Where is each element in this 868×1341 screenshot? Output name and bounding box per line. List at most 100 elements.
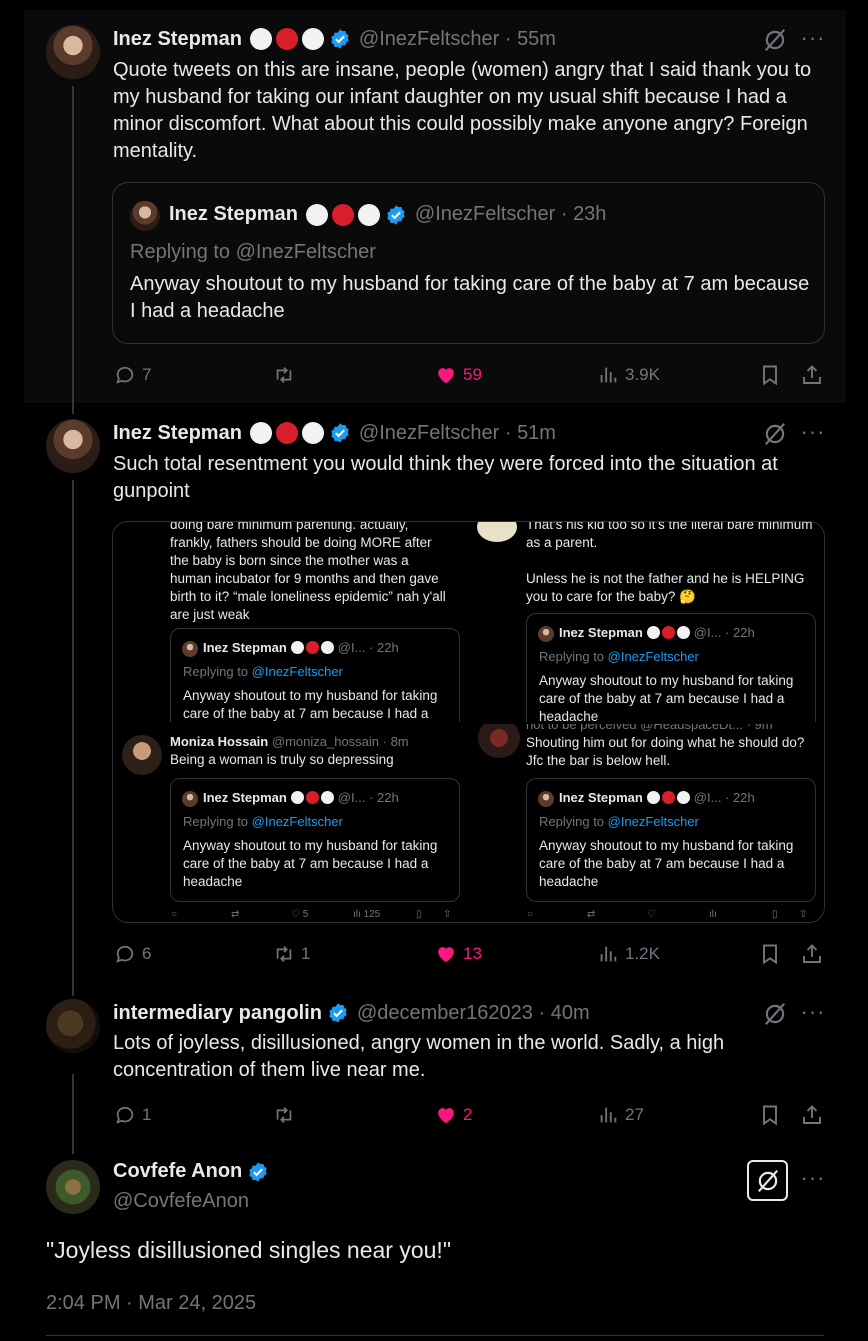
author-handle[interactable]: @december162023 bbox=[357, 1002, 533, 1024]
screenshot-text: Being a woman is truly so depressing bbox=[170, 752, 394, 767]
avatar[interactable] bbox=[46, 999, 100, 1053]
avatar bbox=[538, 791, 554, 807]
like-button[interactable]: 13 bbox=[435, 939, 482, 969]
tweet-timestamp[interactable]: 2:04 PM · Mar 24, 2025 bbox=[46, 1292, 256, 1315]
tweet-time[interactable]: 55m bbox=[517, 28, 556, 50]
avatar bbox=[122, 735, 162, 775]
quote-name: Inez Stepman bbox=[203, 640, 287, 655]
red-circle-emoji bbox=[305, 641, 319, 654]
tweet-actions: 7 59 3.9K bbox=[112, 360, 826, 390]
quoted-text: Anyway shoutout to my husband for taking… bbox=[130, 273, 810, 322]
tweet-time: 23h bbox=[573, 203, 607, 225]
more-icon[interactable]: ··· bbox=[800, 421, 826, 448]
like-count: 13 bbox=[463, 944, 482, 963]
like-icon bbox=[438, 368, 454, 384]
white-circle-emoji bbox=[305, 203, 328, 226]
views-icon bbox=[600, 946, 617, 962]
author-handle: @moniza_hossain · 8m bbox=[271, 734, 409, 749]
more-icon[interactable]: ··· bbox=[800, 27, 826, 54]
bookmark-icon[interactable] bbox=[758, 360, 782, 390]
avatar[interactable] bbox=[46, 1160, 100, 1214]
like-count: 2 bbox=[463, 1105, 473, 1124]
like-count: 59 bbox=[463, 365, 482, 384]
author-name[interactable]: Inez Stepman bbox=[113, 422, 242, 445]
avatar bbox=[130, 201, 160, 231]
tweet-time[interactable]: 40m bbox=[551, 1002, 590, 1024]
screenshot-text: Shouting him out for doing what he shoul… bbox=[526, 735, 805, 768]
screenshot-image[interactable]: That's his kid too so it's the literal b… bbox=[469, 522, 824, 722]
views-count: 27 bbox=[625, 1105, 644, 1124]
more-icon[interactable]: ··· bbox=[800, 1001, 826, 1028]
views-button[interactable]: 3.9K bbox=[597, 360, 660, 390]
screenshot-image[interactable]: Moniza Hossain @moniza_hossain · 8m Bein… bbox=[113, 724, 463, 922]
grok-icon[interactable] bbox=[762, 1001, 788, 1027]
avatar[interactable] bbox=[46, 419, 100, 473]
tweet-text: Lots of joyless, disillusioned, angry wo… bbox=[113, 1032, 725, 1081]
author-name: Moniza Hossain bbox=[170, 734, 269, 749]
avatar[interactable] bbox=[46, 25, 100, 79]
retweet-button[interactable] bbox=[273, 1100, 301, 1130]
share-icon[interactable] bbox=[800, 939, 824, 969]
quote-text: Anyway shoutout to my husband for taking… bbox=[539, 673, 794, 722]
reply-count: 1 bbox=[142, 1105, 152, 1124]
views-button[interactable]: 27 bbox=[597, 1100, 644, 1130]
views-button[interactable]: 1.2K bbox=[597, 939, 660, 969]
retweet-icon bbox=[276, 367, 292, 383]
like-button[interactable]: 59 bbox=[435, 360, 482, 390]
author-handle[interactable]: @InezFeltscher bbox=[359, 28, 499, 50]
share-icon[interactable] bbox=[800, 1100, 824, 1130]
avatar bbox=[182, 791, 198, 807]
avatar bbox=[538, 626, 554, 642]
reply-button[interactable]: 1 bbox=[114, 1100, 151, 1130]
grok-icon[interactable] bbox=[762, 421, 788, 447]
views-count: 3.9K bbox=[625, 365, 660, 384]
screenshot-text: Unless he is not the father and he is HE… bbox=[526, 571, 805, 604]
author-name[interactable]: Covfefe Anon bbox=[113, 1160, 242, 1183]
screenshot-image[interactable]: not to be perceived @HeadspaceDt... · 9m… bbox=[469, 724, 824, 922]
grok-icon[interactable] bbox=[762, 27, 788, 53]
reply-icon bbox=[116, 945, 134, 963]
quote-text: Anyway shoutout to my husband for taking… bbox=[183, 838, 438, 889]
tweet-actions: 6 1 13 1.2K bbox=[112, 939, 826, 969]
white-circle-emoji bbox=[290, 641, 304, 654]
reply-button[interactable]: 6 bbox=[114, 939, 151, 969]
red-circle-emoji bbox=[331, 203, 354, 226]
author-handle[interactable]: @InezFeltscher bbox=[359, 422, 499, 444]
white-circle-emoji bbox=[301, 422, 324, 444]
avatar bbox=[182, 641, 198, 657]
reply-button[interactable]: 7 bbox=[114, 360, 151, 390]
author-name[interactable]: Inez Stepman bbox=[113, 28, 242, 51]
reply-icon bbox=[116, 1106, 134, 1124]
retweet-button[interactable]: 1 bbox=[273, 939, 310, 969]
like-icon bbox=[438, 1108, 454, 1124]
white-circle-emoji bbox=[320, 641, 334, 654]
author-name[interactable]: intermediary pangolin bbox=[113, 1002, 322, 1025]
grok-button[interactable] bbox=[747, 1160, 788, 1201]
screenshot-quote: Inez Stepman @I... · 22h Replying to @Ine… bbox=[170, 778, 460, 902]
avatar bbox=[477, 522, 517, 542]
retweet-button[interactable] bbox=[273, 360, 301, 390]
views-count: 1.2K bbox=[625, 944, 660, 963]
quoted-tweet[interactable]: Inez Stepman @InezFeltscher · 23h Replyi… bbox=[112, 182, 825, 344]
share-icon[interactable] bbox=[800, 360, 824, 390]
grok-icon bbox=[757, 1169, 779, 1193]
screenshot-image[interactable]: doing bare minimum parenting. actually, … bbox=[113, 522, 463, 722]
retweet-icon bbox=[276, 1107, 292, 1123]
thread-line bbox=[72, 86, 74, 414]
thread-line bbox=[72, 1074, 74, 1154]
verified-badge-icon bbox=[387, 204, 405, 225]
more-icon[interactable]: ··· bbox=[800, 1167, 826, 1194]
verified-badge-icon bbox=[331, 29, 349, 49]
like-button[interactable]: 2 bbox=[435, 1100, 472, 1130]
screenshot-quote: Inez Stepman @I... · 22h Replying to @Ine… bbox=[170, 628, 460, 722]
tweet-time[interactable]: 51m bbox=[517, 422, 556, 444]
author-handle[interactable]: @CovfefeAnon bbox=[113, 1190, 249, 1213]
verified-badge-icon bbox=[329, 1003, 347, 1023]
screenshot-quote: Inez Stepman @I... · 22h Replying to @Ine… bbox=[526, 613, 816, 722]
avatar bbox=[478, 724, 520, 758]
bookmark-icon[interactable] bbox=[758, 939, 782, 969]
bookmark-icon[interactable] bbox=[758, 1100, 782, 1130]
quote-text: Anyway shoutout to my husband for taking… bbox=[183, 688, 438, 721]
image-grid[interactable]: doing bare minimum parenting. actually, … bbox=[112, 521, 825, 923]
white-circle-emoji bbox=[249, 422, 272, 444]
